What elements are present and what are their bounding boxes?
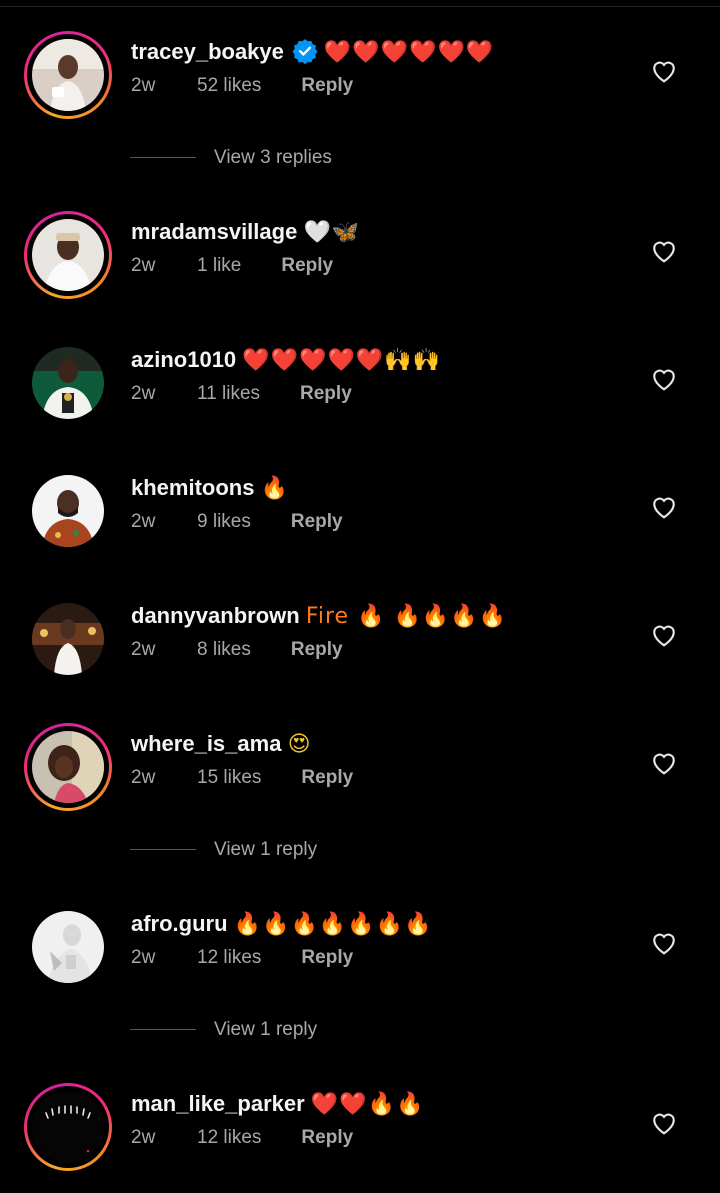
like-heart-icon[interactable] (651, 1111, 677, 1135)
avatar-photo (32, 39, 104, 111)
avatar-photo (32, 1091, 104, 1163)
like-heart-icon[interactable] (651, 239, 677, 263)
view-replies-label: View 1 reply (214, 1019, 318, 1040)
comment-text: ❤️❤️❤️❤️❤️❤️ (323, 40, 495, 65)
like-heart-icon[interactable] (651, 751, 677, 775)
comment-text: 🤍🦋 (303, 220, 361, 245)
comment-likes[interactable]: 12 likes (197, 947, 261, 969)
comment-time: 2w (131, 947, 156, 968)
comment-text: ❤️❤️🔥🔥 (310, 1092, 425, 1117)
avatar[interactable] (24, 211, 112, 299)
comment-item: where_is_ama 😍 2w 15 likes Reply (0, 723, 720, 823)
comment-username[interactable]: tracey_boakye (131, 39, 284, 64)
view-replies-button[interactable]: View 3 replies (130, 147, 332, 177)
replies-line (130, 1029, 196, 1031)
comment-likes[interactable]: 12 likes (197, 1127, 261, 1149)
reply-button[interactable]: Reply (291, 639, 343, 661)
view-replies-label: View 1 reply (214, 839, 318, 860)
comment-username[interactable]: afro.guru (131, 911, 228, 936)
avatar-photo (32, 731, 104, 803)
avatar[interactable] (24, 723, 112, 811)
comment-time: 2w (131, 1127, 156, 1148)
comment-time: 2w (131, 767, 156, 788)
comment-text: 🔥 (260, 476, 289, 501)
like-heart-icon[interactable] (651, 367, 677, 391)
avatar-photo (32, 475, 104, 547)
reply-button[interactable]: Reply (301, 75, 353, 97)
reply-button[interactable]: Reply (291, 511, 343, 533)
comment-username[interactable]: dannyvanbrown (131, 603, 300, 628)
comment-likes[interactable]: 52 likes (197, 75, 261, 97)
comment-username[interactable]: man_like_parker (131, 1091, 305, 1116)
comment-time: 2w (131, 383, 156, 404)
comment-item: afro.guru 🔥🔥🔥🔥🔥🔥🔥 2w 12 likes Reply (0, 903, 720, 1003)
like-heart-icon[interactable] (651, 59, 677, 83)
comment-username[interactable]: khemitoons (131, 475, 254, 500)
comment-item: dannyvanbrown Fire 🔥 🔥🔥🔥🔥 2w 8 likes Reply (0, 595, 720, 695)
comment-text: 😍 (287, 732, 312, 757)
avatar[interactable] (32, 475, 104, 547)
replies-line (130, 849, 196, 851)
comment-text: Fire 🔥 🔥🔥🔥🔥 (305, 604, 508, 629)
avatar[interactable] (24, 1083, 112, 1171)
comment-item: azino1010 ❤️❤️❤️❤️❤️🙌🙌 2w 11 likes Reply (0, 339, 720, 439)
comment-likes[interactable]: 9 likes (197, 511, 251, 533)
view-replies-button[interactable]: View 1 reply (130, 839, 317, 869)
avatar-photo (32, 219, 104, 291)
comment-text: 🔥🔥🔥🔥🔥🔥🔥 (233, 912, 433, 937)
view-replies-button[interactable]: View 1 reply (130, 1019, 317, 1049)
top-divider (0, 6, 720, 7)
comment-username[interactable]: mradamsvillage (131, 219, 297, 244)
comment-item: khemitoons 🔥 2w 9 likes Reply (0, 467, 720, 567)
reply-button[interactable]: Reply (301, 767, 353, 789)
avatar-photo (32, 603, 104, 675)
reply-button[interactable]: Reply (301, 947, 353, 969)
avatar[interactable] (32, 911, 104, 983)
view-replies-label: View 3 replies (214, 147, 332, 168)
avatar-photo (32, 911, 104, 983)
reply-button[interactable]: Reply (281, 255, 333, 277)
reply-button[interactable]: Reply (300, 383, 352, 405)
avatar[interactable] (32, 347, 104, 419)
comment-username[interactable]: azino1010 (131, 347, 236, 372)
like-heart-icon[interactable] (651, 931, 677, 955)
comment-likes[interactable]: 8 likes (197, 639, 251, 661)
avatar[interactable] (32, 603, 104, 675)
comment-likes[interactable]: 15 likes (197, 767, 261, 789)
like-heart-icon[interactable] (651, 623, 677, 647)
comment-time: 2w (131, 75, 156, 96)
avatar[interactable] (24, 31, 112, 119)
comment-likes[interactable]: 1 like (197, 255, 241, 277)
reply-button[interactable]: Reply (301, 1127, 353, 1149)
replies-line (130, 157, 196, 159)
comment-time: 2w (131, 255, 156, 276)
comment-item: tracey_boakye ❤️❤️❤️❤️❤️❤️ 2w 52 likes Repl… (0, 31, 720, 131)
like-heart-icon[interactable] (651, 495, 677, 519)
comment-time: 2w (131, 511, 156, 532)
comment-username[interactable]: where_is_ama (131, 731, 281, 756)
comment-time: 2w (131, 639, 156, 660)
comment-item: man_like_parker ❤️❤️🔥🔥 2w 12 likes Reply (0, 1083, 720, 1183)
verified-badge-icon (292, 39, 318, 64)
avatar-photo (32, 347, 104, 419)
comment-text: ❤️❤️❤️❤️❤️🙌🙌 (242, 348, 442, 373)
comment-item: mradamsvillage 🤍🦋 2w 1 like Reply (0, 211, 720, 311)
comment-likes[interactable]: 11 likes (197, 383, 260, 405)
